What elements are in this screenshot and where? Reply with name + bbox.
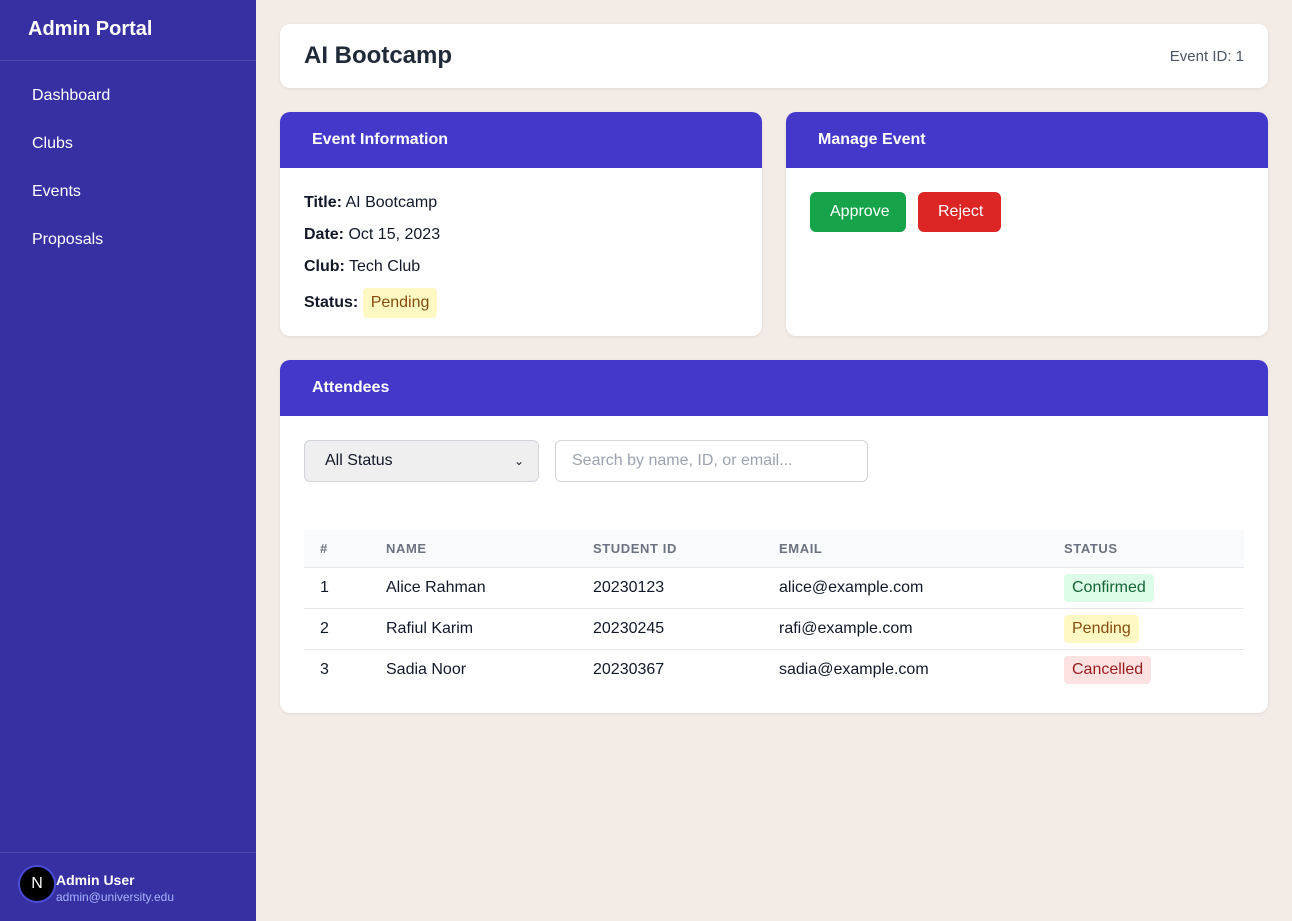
brand-title: Admin Portal [0,0,256,61]
filters: All Status ⌄ [304,440,1244,482]
page-title: AI Bootcamp [304,42,453,69]
attendees-heading: Attendees [280,360,1268,416]
row-number: 2 [304,608,370,650]
page-header: AI Bootcamp Event ID: 1 [280,24,1268,88]
status-badge: Cancelled [1064,655,1152,684]
row-number: 1 [304,567,370,609]
user-info: Admin User admin@university.edu [56,865,174,905]
attendees-card: Attendees All Status ⌄ # NAME STUDENT ID… [280,360,1268,713]
row-student-id: 20230123 [577,567,763,609]
main-content: AI Bootcamp Event ID: 1 Event Informatio… [280,24,1268,713]
row-email: alice@example.com [763,567,1048,609]
event-info-heading: Event Information [280,112,762,168]
info-title-value: AI Bootcamp [345,194,438,211]
search-input[interactable] [555,440,868,482]
info-status-label: Status: [304,294,359,311]
column-header-student-id: STUDENT ID [577,530,763,568]
row-status: Pending [1048,608,1244,650]
user-name: Admin User [56,872,135,888]
info-club-value: Tech Club [349,258,421,275]
info-date: Date: Oct 15, 2023 [304,224,738,256]
column-header-number: # [304,530,370,568]
info-date-value: Oct 15, 2023 [348,226,441,243]
top-row: Event Information Title: AI Bootcamp Dat… [280,112,1268,336]
status-filter-value: All Status [325,452,393,469]
user-profile[interactable]: N Admin User admin@university.edu [0,852,256,921]
row-status: Cancelled [1048,649,1244,690]
event-info-body: Title: AI Bootcamp Date: Oct 15, 2023 Cl… [280,168,762,320]
event-info-card: Event Information Title: AI Bootcamp Dat… [280,112,762,336]
avatar: N [18,865,56,903]
info-club: Club: Tech Club [304,256,738,288]
row-name: Rafiul Karim [370,608,577,650]
status-badge: Confirmed [1064,573,1154,602]
table-row: 2 Rafiul Karim 20230245 rafi@example.com… [304,608,1244,650]
table-row: 3 Sadia Noor 20230367 sadia@example.com … [304,649,1244,690]
approve-button[interactable]: Approve [810,192,906,232]
column-header-name: NAME [370,530,577,568]
column-header-email: EMAIL [763,530,1048,568]
sidebar: Admin Portal Dashboard Clubs Events Prop… [0,0,256,921]
attendees-table: # NAME STUDENT ID EMAIL STATUS 1 Alice R… [304,530,1244,690]
attendees-body: All Status ⌄ # NAME STUDENT ID EMAIL STA… [280,416,1268,713]
status-badge: Pending [362,288,438,318]
row-status: Confirmed [1048,567,1244,609]
column-header-status: STATUS [1048,530,1244,568]
info-club-label: Club: [304,258,345,275]
info-title-label: Title: [304,194,342,211]
row-email: sadia@example.com [779,660,929,678]
info-title: Title: AI Bootcamp [304,192,738,224]
sidebar-item-dashboard[interactable]: Dashboard [0,72,256,120]
row-name: Alice Rahman [370,567,577,609]
status-filter-select[interactable]: All Status ⌄ [304,440,539,482]
reject-button[interactable]: Reject [918,192,1001,232]
sidebar-nav: Dashboard Clubs Events Proposals [0,61,256,264]
row-number: 3 [320,660,329,678]
row-student-id: 20230367 [593,660,665,678]
row-email: rafi@example.com [763,608,1048,650]
row-name: Sadia Noor [386,660,467,678]
manage-event-card: Manage Event Approve Reject [786,112,1268,336]
info-status: Status: Pending [304,288,738,320]
user-email: admin@university.edu [56,890,175,904]
manage-actions: Approve Reject [786,168,1268,256]
status-badge: Pending [1064,614,1139,643]
sidebar-item-events[interactable]: Events [0,168,256,216]
row-student-id: 20230245 [577,608,763,650]
table-row: 1 Alice Rahman 20230123 alice@example.co… [304,567,1244,609]
sidebar-item-proposals[interactable]: Proposals [0,216,256,264]
sidebar-item-clubs[interactable]: Clubs [0,120,256,168]
chevron-down-icon: ⌄ [513,454,524,468]
manage-event-heading: Manage Event [786,112,1268,168]
info-date-label: Date: [304,226,345,243]
table-header-row: # NAME STUDENT ID EMAIL STATUS [304,530,1244,568]
event-id: Event ID: 1 [1169,47,1244,65]
